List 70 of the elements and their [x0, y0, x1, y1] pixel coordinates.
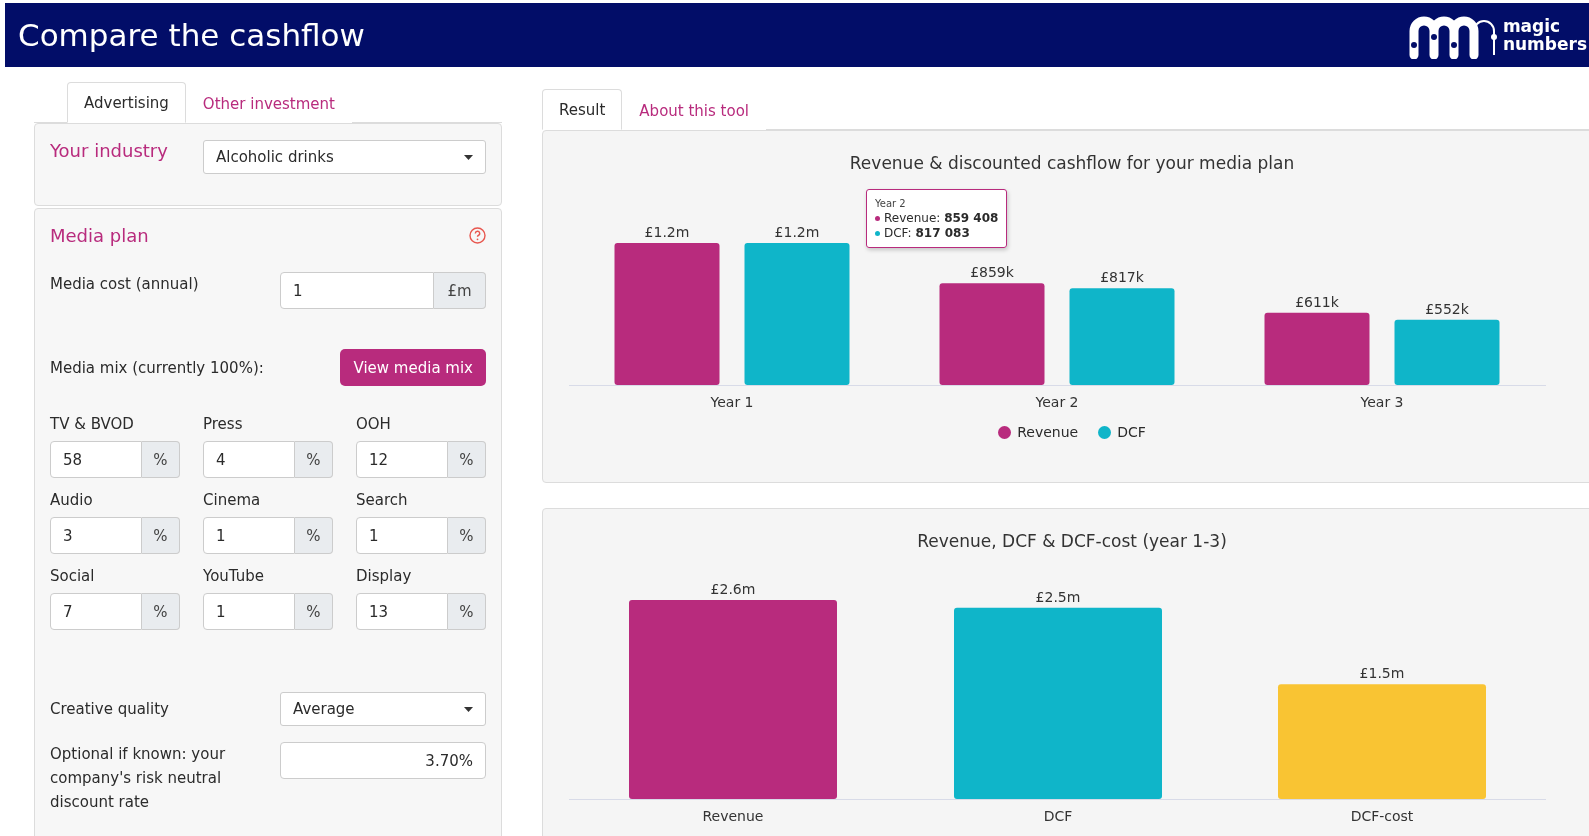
percent-field[interactable]: 1 — [203, 517, 295, 554]
field-label: Audio — [50, 490, 94, 511]
category-label: Year 2 — [1035, 394, 1079, 410]
tab[interactable]: Advertising — [67, 82, 186, 123]
category-label: Revenue — [702, 808, 764, 824]
help-icon[interactable] — [469, 227, 486, 244]
legend-item[interactable]: Revenue — [998, 424, 1079, 440]
section-title: Media plan — [50, 225, 149, 246]
unit-label: % — [448, 593, 486, 630]
logo-text: numbers — [1502, 35, 1587, 53]
unit-label: £m — [434, 272, 486, 309]
value-label: £859k — [970, 264, 1014, 281]
chart-title: Revenue, DCF & DCF-cost (year 1-3) — [916, 531, 1228, 551]
chart-tooltip: Year 2 Revenue: 859 408 DCF: 817 083 — [866, 189, 1008, 248]
field-label: TV & BVOD — [50, 414, 135, 435]
field-label: Social — [50, 566, 96, 587]
field-label: Media mix (currently 100%): — [50, 357, 265, 379]
percent-field[interactable]: 13 — [356, 593, 448, 630]
tab[interactable]: Result — [542, 89, 623, 130]
field-label: Display — [356, 566, 413, 587]
caret-icon — [464, 154, 473, 160]
caret-icon — [464, 706, 473, 712]
value-label: £1.2m — [644, 224, 690, 240]
unit-label: % — [448, 517, 486, 554]
chart-title: Revenue & discounted cashflow for your media plan — [848, 153, 1296, 173]
unit-label: % — [295, 441, 333, 478]
unit-label: % — [448, 441, 486, 478]
value-label: £817k — [1100, 269, 1144, 286]
category-label: Year 1 — [710, 394, 754, 410]
unit-label: % — [295, 593, 333, 630]
field-label: Search — [356, 490, 409, 511]
industry-select[interactable]: Alcoholic drinks — [203, 140, 486, 174]
unit-label: % — [142, 593, 180, 630]
creative-quality-select[interactable]: Average — [280, 692, 486, 726]
legend-item[interactable]: DCF — [1098, 424, 1146, 440]
logo-text: magic — [1502, 17, 1561, 35]
category-label: Year 3 — [1360, 394, 1404, 410]
field-label: Optional if known: your company's risk neutral discount rate — [50, 744, 227, 813]
field-label: Creative quality — [50, 699, 170, 720]
total-bar[interactable] — [954, 607, 1162, 799]
industry-label: Your industry — [50, 140, 169, 161]
percent-field[interactable]: 58 — [50, 441, 142, 478]
percent-field[interactable]: 1 — [356, 517, 448, 554]
unit-label: % — [142, 441, 180, 478]
total-bar[interactable] — [629, 600, 837, 799]
percent-field[interactable]: 12 — [356, 441, 448, 478]
percent-field[interactable]: 1 — [203, 593, 295, 630]
value-label: £552k — [1425, 300, 1469, 317]
view-media-mix-button[interactable]: View media mix — [340, 349, 486, 386]
unit-label: % — [295, 517, 333, 554]
category-label: DCF — [1043, 808, 1073, 824]
field-label: Press — [203, 414, 244, 435]
value-label: £1.2m — [774, 224, 820, 240]
category-label: DCF-cost — [1350, 808, 1414, 824]
value-label: £2.6m — [710, 581, 756, 597]
unit-label: % — [142, 517, 180, 554]
field-label: Media cost (annual) — [50, 274, 200, 295]
page-title: Compare the cashflow — [18, 17, 365, 53]
field-label: OOH — [356, 414, 392, 435]
value-label: £611k — [1295, 293, 1339, 310]
field-label: Cinema — [203, 490, 262, 511]
media-cost-field[interactable]: 1 — [280, 272, 434, 309]
discount-rate-field[interactable]: 3.70% — [280, 742, 486, 779]
percent-field[interactable]: 7 — [50, 593, 142, 630]
percent-field[interactable]: 4 — [203, 441, 295, 478]
value-label: £1.5m — [1359, 665, 1405, 682]
percent-field[interactable]: 3 — [50, 517, 142, 554]
total-bar[interactable] — [1278, 684, 1486, 799]
value-label: £2.5m — [1035, 588, 1081, 605]
field-label: YouTube — [203, 566, 265, 587]
